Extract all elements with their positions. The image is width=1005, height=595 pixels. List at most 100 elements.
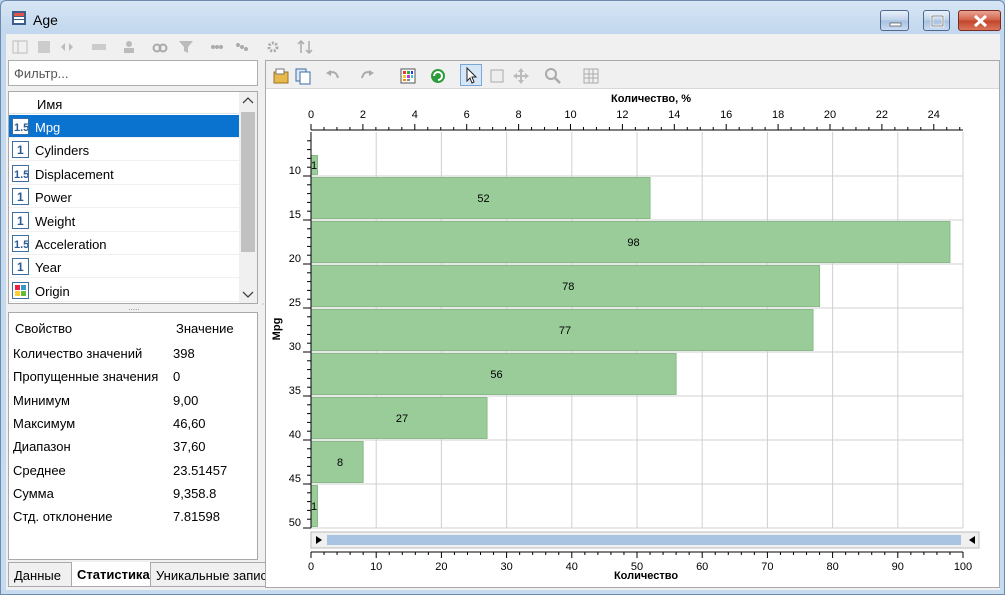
top-tick-label: 22	[876, 109, 888, 121]
y-tick-label: 45	[289, 473, 301, 485]
variable-list-scrollbar[interactable]	[239, 92, 257, 303]
category-icon	[12, 281, 29, 299]
scroll-down-icon[interactable]	[239, 285, 257, 303]
grid-icon[interactable]	[582, 67, 600, 85]
bottom-tick-label: 20	[435, 561, 447, 573]
gear-icon[interactable]	[265, 39, 281, 55]
table-icon[interactable]	[12, 39, 28, 55]
bar-value-label: 8	[337, 457, 343, 469]
stat-row: Стд. отклонение 7.81598	[9, 504, 257, 527]
svg-text:1: 1	[17, 214, 24, 228]
tab-data[interactable]: Данные	[8, 562, 72, 587]
stat-value: 9,358.8	[173, 485, 217, 501]
top-tick-label: 0	[308, 109, 314, 121]
variable-item[interactable]: 1 Cylinders	[9, 138, 239, 162]
stat-value: 0	[173, 369, 181, 385]
pointer-icon	[466, 66, 478, 84]
zoom-rect-icon[interactable]	[488, 67, 506, 85]
scroll-up-icon[interactable]	[239, 92, 257, 110]
variable-item[interactable]: 1 Power	[9, 185, 239, 209]
bar-value-label: 1	[311, 160, 317, 172]
variable-item[interactable]: Origin	[9, 279, 239, 302]
pan-icon[interactable]	[512, 67, 530, 85]
horizontal-splitter-grip[interactable]: .....	[124, 304, 144, 312]
variable-item[interactable]: 1.5 Acceleration	[9, 232, 239, 255]
bottom-tick-label: 90	[892, 561, 904, 573]
swap-icon[interactable]	[59, 39, 75, 55]
column-icon[interactable]	[91, 39, 107, 55]
histogram-chart[interactable]: 1529878775627810 2 4 6 8 10 12 14 16 18 20 22 24Коли…	[266, 89, 999, 587]
bar-value-label: 77	[559, 325, 571, 337]
top-tick-label: 18	[772, 109, 784, 121]
svg-text:1: 1	[17, 260, 24, 274]
stat-value: 37,60	[173, 439, 206, 455]
integer-icon: 1	[12, 258, 29, 276]
bottom-tick-label: 10	[370, 561, 382, 573]
find-icon[interactable]	[152, 39, 168, 55]
variable-item[interactable]: 1.5 Displacement	[9, 162, 239, 185]
stat-property: Диапазон	[13, 439, 71, 455]
pointer-tool-button[interactable]	[460, 64, 482, 86]
title-bar[interactable]: Age	[1, 1, 1004, 33]
copy-icon[interactable]	[294, 67, 312, 85]
variable-item[interactable]: 1.5 Mpg	[9, 115, 239, 138]
y-tick-label: 15	[289, 209, 301, 221]
client-area: Имя 1.5 Mpg 1 Cylinders 1.5 Displacement 1 Powe…	[6, 34, 1000, 590]
y-axis-title: Mpg	[271, 318, 283, 341]
stat-row: Количество значений 398	[9, 341, 257, 364]
top-tick-label: 4	[412, 109, 418, 121]
chart-toolbar	[266, 61, 999, 89]
top-tick-label: 8	[516, 109, 522, 121]
top-tick-label: 10	[564, 109, 576, 121]
top-tick-label: 14	[668, 109, 680, 121]
stat-row: Пропущенные значения 0	[9, 364, 257, 387]
filter-icon[interactable]	[178, 39, 194, 55]
stat-row: Максимум 46,60	[9, 411, 257, 434]
close-button[interactable]	[958, 10, 1001, 31]
undo-icon[interactable]	[324, 67, 342, 85]
stat-property: Максимум	[13, 415, 76, 431]
main-toolbar	[6, 34, 1000, 59]
y-tick-label: 50	[289, 517, 301, 529]
open-icon[interactable]	[272, 67, 290, 85]
variable-list-header[interactable]: Имя	[9, 92, 239, 114]
y-tick-label: 40	[289, 429, 301, 441]
filter-input[interactable]	[8, 60, 258, 86]
tab-data-label: Данные	[14, 568, 61, 583]
stat-property: Минимум	[13, 392, 70, 408]
sort-icon[interactable]	[297, 39, 313, 55]
decimal-icon: 1.5	[12, 164, 29, 182]
maximize-icon	[930, 14, 945, 28]
svg-text:1: 1	[17, 143, 24, 157]
redo-icon[interactable]	[358, 67, 376, 85]
property-column-header: Свойство	[15, 321, 73, 336]
bar-value-label: 56	[490, 369, 502, 381]
cluster-icon[interactable]	[209, 39, 225, 55]
cluster-alt-icon[interactable]	[234, 39, 250, 55]
zoom-icon[interactable]	[544, 67, 562, 85]
save-icon[interactable]	[36, 39, 52, 55]
scrollbar-thumb[interactable]	[241, 112, 255, 252]
variable-label: Year	[35, 260, 62, 276]
value-column-header: Значение	[176, 321, 234, 336]
stat-value: 7.81598	[173, 509, 220, 525]
palette-icon[interactable]	[399, 67, 417, 85]
bottom-tick-label: 30	[500, 561, 512, 573]
minimize-button[interactable]	[880, 10, 909, 31]
refresh-icon[interactable]	[429, 67, 447, 85]
variable-item[interactable]: 1 Year	[9, 255, 239, 279]
stat-property: Количество значений	[13, 346, 143, 361]
stat-property: Стд. отклонение	[13, 509, 113, 525]
y-tick-label: 25	[289, 297, 301, 309]
bottom-tick-label: 60	[696, 561, 708, 573]
top-tick-label: 24	[928, 109, 940, 121]
stat-row: Сумма 9,358.8	[9, 481, 257, 504]
tab-statistics[interactable]: Статистика	[71, 562, 151, 587]
variable-item[interactable]: 1 Weight	[9, 209, 239, 232]
top-tick-label: 16	[720, 109, 732, 121]
chart-scrollbar-thumb	[327, 535, 961, 545]
user-icon[interactable]	[121, 39, 137, 55]
maximize-button[interactable]	[923, 10, 950, 31]
bottom-tabs: Данные Статистика Уникальные записи	[8, 562, 290, 587]
bottom-tick-label: 70	[761, 561, 773, 573]
